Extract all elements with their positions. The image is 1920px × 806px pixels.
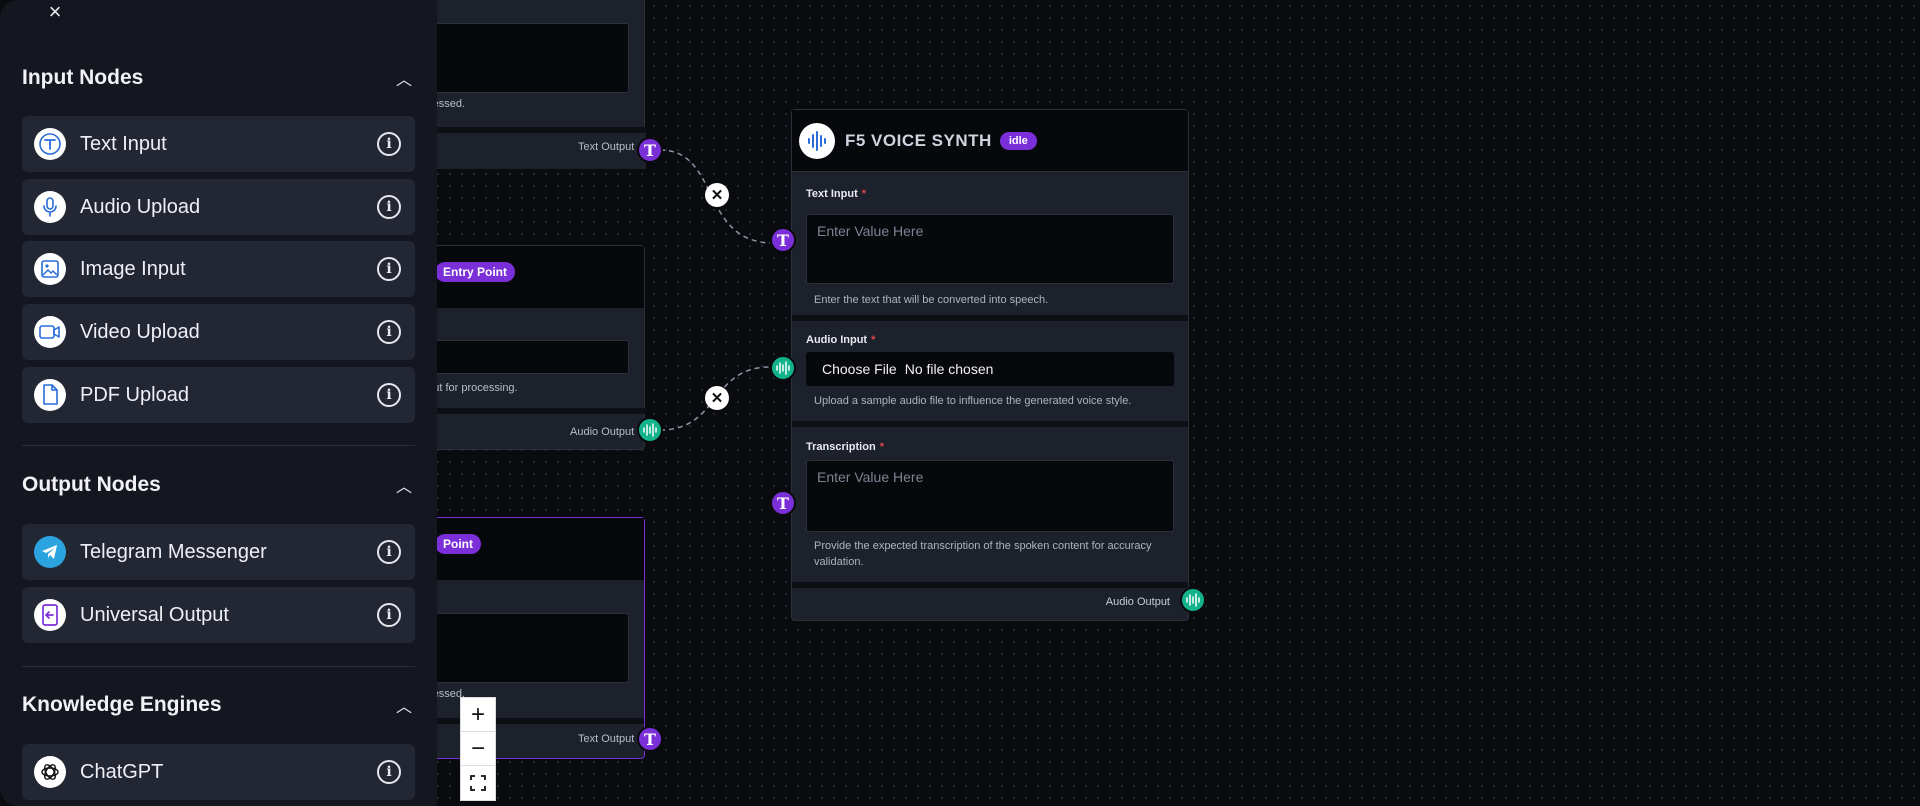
waveform-icon [1186, 593, 1200, 607]
f5-voice-synth-node[interactable]: F5 VOICE SYNTH idle Text Input * Enter Va… [791, 109, 1189, 621]
partial-node-top-output: Text Output [578, 141, 635, 153]
microphone-icon [34, 191, 66, 223]
transcription-label: Transcription * [806, 441, 884, 453]
partial-node-bottom-output: Text Output [578, 733, 635, 745]
fit-view-button[interactable] [461, 766, 495, 800]
audio-input-label: Audio Input * [806, 334, 876, 346]
partial-node-bottom-textarea[interactable] [421, 613, 629, 683]
chevron-up-icon[interactable]: ︿ [393, 473, 415, 497]
info-icon[interactable]: i [377, 132, 401, 156]
audio-input-help: Upload a sample audio file to influence … [814, 395, 1132, 407]
audio-output-port-middle[interactable] [637, 417, 663, 443]
audio-input-field: Audio Input * Choose File No file chosen … [792, 321, 1188, 421]
partial-node-top-textarea[interactable] [421, 23, 629, 93]
partial-node-middle-output: Audio Output [570, 426, 635, 438]
text-input-help: Enter the text that will be converted in… [814, 294, 1049, 306]
transcription-field: Transcription * Enter Value Here Provide … [792, 427, 1188, 582]
status-badge: idle [999, 131, 1037, 150]
zoom-in-button[interactable]: + [461, 698, 495, 732]
chevron-up-icon[interactable]: ︿ [393, 693, 415, 717]
text-input-textarea[interactable]: Enter Value Here [806, 214, 1174, 284]
audio-file-input[interactable]: Choose File No file chosen [806, 352, 1174, 386]
node-output-label: Audio Output [1105, 596, 1170, 608]
partial-node-middle-input[interactable] [421, 340, 629, 374]
text-input-label: Text Input * [806, 188, 867, 200]
sidebar-item-universal-output[interactable]: Universal Output i [22, 587, 415, 643]
transcription-help: Provide the expected transcription of th… [814, 540, 1152, 568]
voice-synth-logo-icon [799, 122, 835, 159]
close-sidebar-button[interactable]: × [44, 1, 66, 23]
section-title: Knowledge Engines [22, 693, 222, 716]
waveform-icon [776, 361, 790, 375]
node-title: F5 VOICE SYNTH [845, 130, 992, 150]
telegram-icon [34, 536, 66, 568]
sidebar-item-pdf-upload[interactable]: PDF Upload i [22, 367, 415, 423]
transcription-textarea[interactable]: Enter Value Here [806, 460, 1174, 532]
text-input-port[interactable]: T [770, 227, 796, 253]
sidebar-item-text-input[interactable]: Text Input i [22, 116, 415, 172]
sidebar-item-image-input[interactable]: Image Input i [22, 241, 415, 297]
info-icon[interactable]: i [377, 760, 401, 784]
info-icon[interactable]: i [377, 320, 401, 344]
text-input-field: Text Input * Enter Value Here Enter the t… [792, 172, 1188, 315]
remove-edge-audio-button[interactable]: ✕ [705, 386, 729, 410]
section-title: Input Nodes [22, 66, 144, 89]
info-icon[interactable]: i [377, 540, 401, 564]
info-icon[interactable]: i [377, 257, 401, 281]
sidebar-item-telegram-messenger[interactable]: Telegram Messenger i [22, 524, 415, 580]
text-output-port-top[interactable]: T [637, 137, 663, 163]
text-icon [34, 128, 66, 160]
video-icon [34, 316, 66, 348]
transcription-input-port[interactable]: T [770, 490, 796, 516]
audio-output-port[interactable] [1180, 587, 1206, 613]
partial-node-top[interactable]: ocessed. Text Output [420, 0, 646, 169]
openai-icon [34, 756, 66, 788]
entry-point-badge: Entry Point [435, 262, 516, 282]
audio-input-port[interactable] [770, 355, 796, 381]
section-output-nodes[interactable]: Output Nodes ︿ [22, 470, 415, 500]
chevron-up-icon[interactable]: ︿ [393, 66, 415, 90]
sidebar-item-chatgpt[interactable]: ChatGPT i [22, 744, 415, 800]
zoom-controls: + − [460, 697, 496, 801]
section-knowledge-engines[interactable]: Knowledge Engines ︿ [22, 690, 415, 720]
node-header: F5 VOICE SYNTH idle [792, 110, 1188, 172]
sidebar-item-video-upload[interactable]: Video Upload i [22, 304, 415, 360]
node-library-sidebar: × Input Nodes ︿ Text Input i Audio Uploa… [0, 0, 437, 806]
waveform-icon [643, 423, 657, 437]
document-icon [34, 379, 66, 411]
entry-point-badge-bottom: Point [435, 534, 481, 554]
text-output-port-bottom[interactable]: T [637, 726, 663, 752]
info-icon[interactable]: i [377, 383, 401, 407]
section-title: Output Nodes [22, 473, 161, 496]
section-input-nodes[interactable]: Input Nodes ︿ [22, 63, 415, 93]
fullscreen-icon [470, 775, 486, 791]
workflow-editor: ocessed. Text Output T nput for processi… [0, 0, 1920, 806]
remove-edge-text-button[interactable]: ✕ [705, 183, 729, 207]
info-icon[interactable]: i [377, 603, 401, 627]
file-status: No file chosen [904, 361, 994, 377]
zoom-out-button[interactable]: − [461, 732, 495, 766]
image-icon [34, 253, 66, 285]
choose-file-button[interactable]: Choose File [822, 361, 897, 377]
output-icon [34, 599, 66, 631]
info-icon[interactable]: i [377, 195, 401, 219]
sidebar-item-audio-upload[interactable]: Audio Upload i [22, 179, 415, 235]
